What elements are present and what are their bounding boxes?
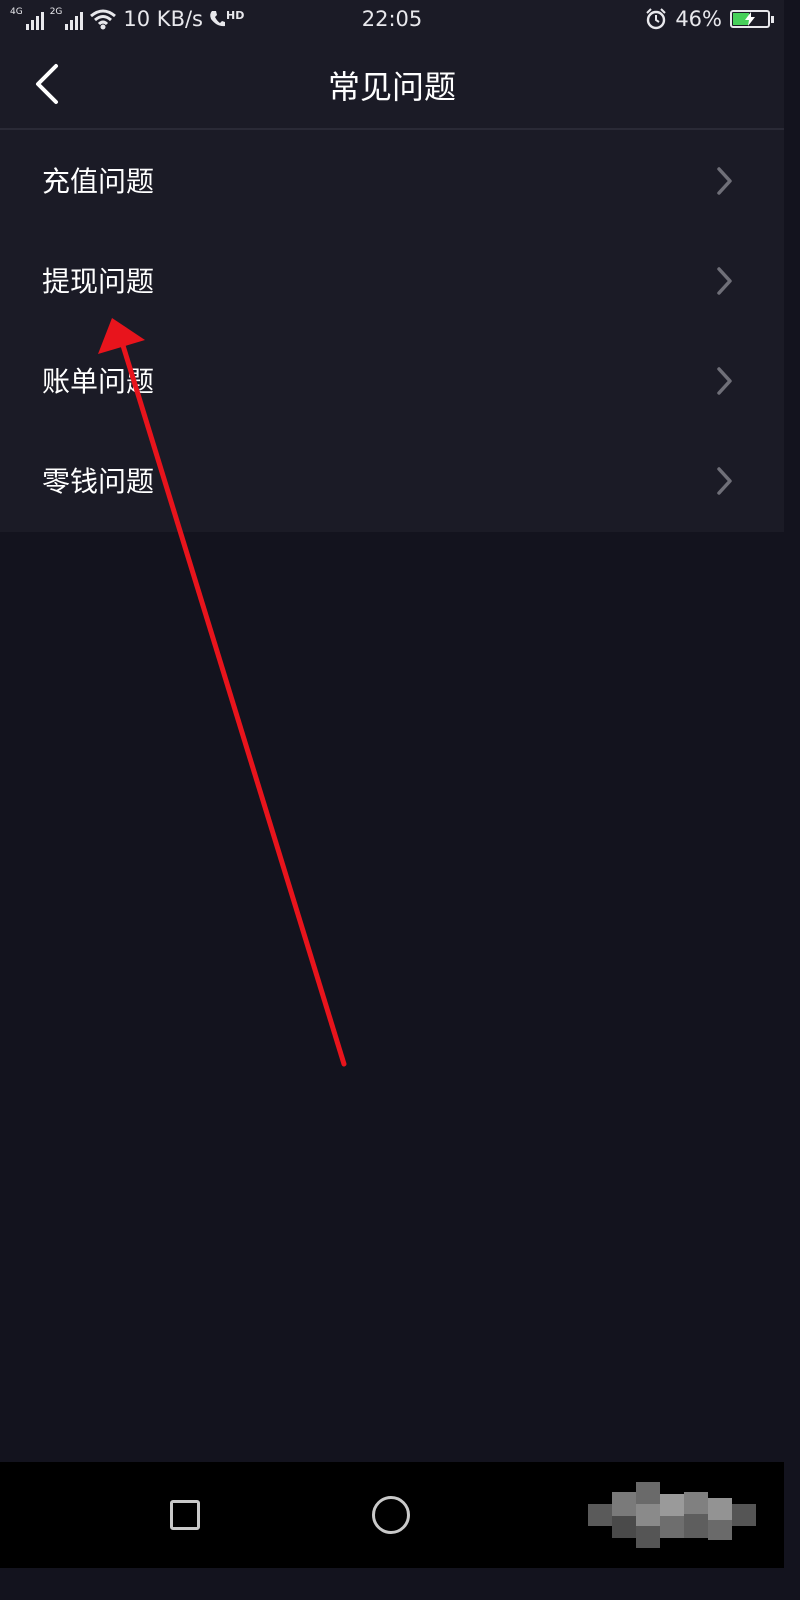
header-bar: 常见问题: [0, 40, 784, 130]
system-navigation-bar: [0, 1462, 784, 1568]
status-right: 46%: [645, 7, 774, 31]
circle-home-icon[interactable]: [372, 1496, 410, 1534]
faq-item-label: 充值问题: [42, 165, 155, 198]
faq-item-label: 零钱问题: [42, 465, 155, 498]
square-recent-apps-icon[interactable]: [170, 1500, 200, 1530]
faq-item-change[interactable]: 零钱问题: [0, 430, 784, 530]
chevron-right-icon: [717, 467, 732, 495]
alarm-icon: [646, 8, 667, 30]
charging-bolt-icon: [745, 12, 755, 26]
faq-item-label: 提现问题: [42, 265, 155, 298]
pixelated-back-icon[interactable]: [588, 1482, 756, 1548]
faq-item-bill[interactable]: 账单问题: [0, 330, 784, 430]
chevron-right-icon: [717, 167, 732, 195]
faq-item-recharge[interactable]: 充值问题: [0, 130, 784, 230]
chevron-left-icon: [36, 64, 58, 104]
battery-percent: 46%: [675, 7, 722, 31]
status-bar: 4G 2G 10 KB/s HD 22:05 46%: [0, 0, 784, 40]
faq-list: 充值问题 提现问题 账单问题 零钱问题: [0, 130, 784, 532]
page-title: 常见问题: [327, 68, 456, 106]
chevron-right-icon: [717, 367, 732, 395]
battery-icon: [730, 10, 774, 28]
chevron-right-icon: [717, 267, 732, 295]
faq-item-label: 账单问题: [42, 365, 155, 398]
faq-item-withdraw[interactable]: 提现问题: [0, 230, 784, 330]
back-button[interactable]: [24, 58, 76, 110]
